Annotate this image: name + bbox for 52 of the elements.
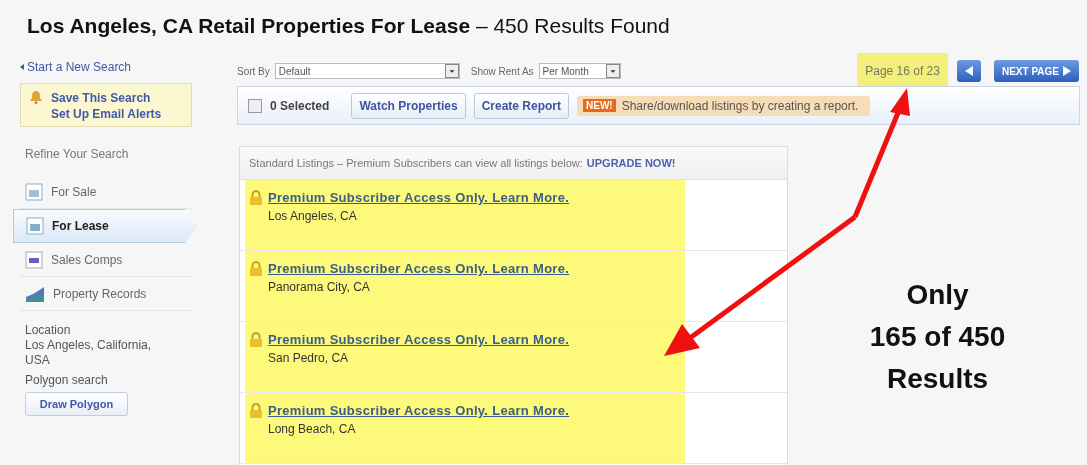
annotation-text: Results — [885, 362, 990, 396]
sidebar-item[interactable]: For Lease — [13, 209, 198, 243]
rent-select[interactable]: Per Month — [538, 63, 621, 79]
left-triangle-icon — [964, 66, 973, 76]
listing-link[interactable]: Premium Subscriber Access Only. Learn More. — [268, 403, 570, 418]
refine-heading: Refine Your Search — [25, 147, 130, 161]
chart-icon — [25, 284, 45, 303]
lock-icon — [249, 403, 263, 418]
listing-link[interactable]: Premium Subscriber Access Only. Learn More. — [268, 332, 570, 347]
page-count: Page 16 of 23 — [857, 53, 948, 89]
action-button[interactable]: Watch Properties — [351, 92, 466, 119]
polygon-label: Polygon search — [25, 373, 109, 388]
left-triangle-icon — [20, 64, 24, 70]
sidebar-item[interactable]: Property Records — [20, 277, 192, 311]
select-checkbox[interactable] — [248, 98, 262, 113]
caret-icon — [605, 64, 620, 78]
page-title: Los Angeles, CA Retail Properties For Lease – 450 Results Found — [27, 14, 671, 38]
sort-label: Sort By — [237, 65, 270, 77]
lock-icon — [249, 190, 263, 205]
listing-location: San Pedro, CA — [268, 351, 350, 365]
listing-link[interactable]: Premium Subscriber Access Only. Learn More. — [268, 190, 570, 205]
action-button[interactable]: Create Report — [473, 92, 569, 119]
bell-icon — [29, 90, 43, 104]
selected-count: 0 Selected — [270, 98, 330, 113]
listing-location: Long Beach, CA — [268, 422, 357, 436]
rent-label: Show Rent As — [470, 65, 534, 77]
location-value: Los Angeles, California, USA — [25, 338, 153, 368]
listing-link[interactable]: Premium Subscriber Access Only. Learn More. — [268, 261, 570, 276]
listing-location: Panorama City, CA — [268, 280, 371, 294]
annotation-text: 165 of 450 — [869, 320, 1006, 354]
building-icon — [26, 217, 44, 235]
draw-polygon-button[interactable]: Draw Polygon — [25, 392, 128, 416]
tag-icon — [25, 250, 43, 269]
listings-header: Standard Listings – Premium Subscribers can view all listings below: — [249, 157, 583, 169]
annotation-text: Only — [905, 278, 970, 312]
new-badge: NEW! — [583, 99, 616, 112]
save-search-link[interactable]: Set Up Email Alerts — [51, 106, 162, 122]
next-page-button[interactable]: NEXT PAGE — [993, 60, 1079, 82]
lock-icon — [249, 332, 263, 347]
tip-text: Share/download listings by creating a report. — [621, 98, 859, 113]
save-search-link[interactable]: Save This Search — [51, 90, 162, 106]
sidebar-item[interactable]: Sales Comps — [20, 243, 192, 277]
right-triangle-icon — [1063, 66, 1071, 76]
caret-icon — [444, 64, 459, 78]
upgrade-link[interactable]: UPGRADE NOW! — [586, 157, 676, 169]
new-search-link[interactable]: Start a New Search — [20, 60, 206, 74]
listing-location: Los Angeles, CA — [268, 209, 358, 223]
sort-select[interactable]: Default — [274, 63, 460, 79]
building-icon — [25, 182, 43, 201]
previous-page-button[interactable] — [956, 60, 981, 82]
lock-icon — [249, 261, 263, 276]
location-label: Location — [25, 323, 72, 338]
